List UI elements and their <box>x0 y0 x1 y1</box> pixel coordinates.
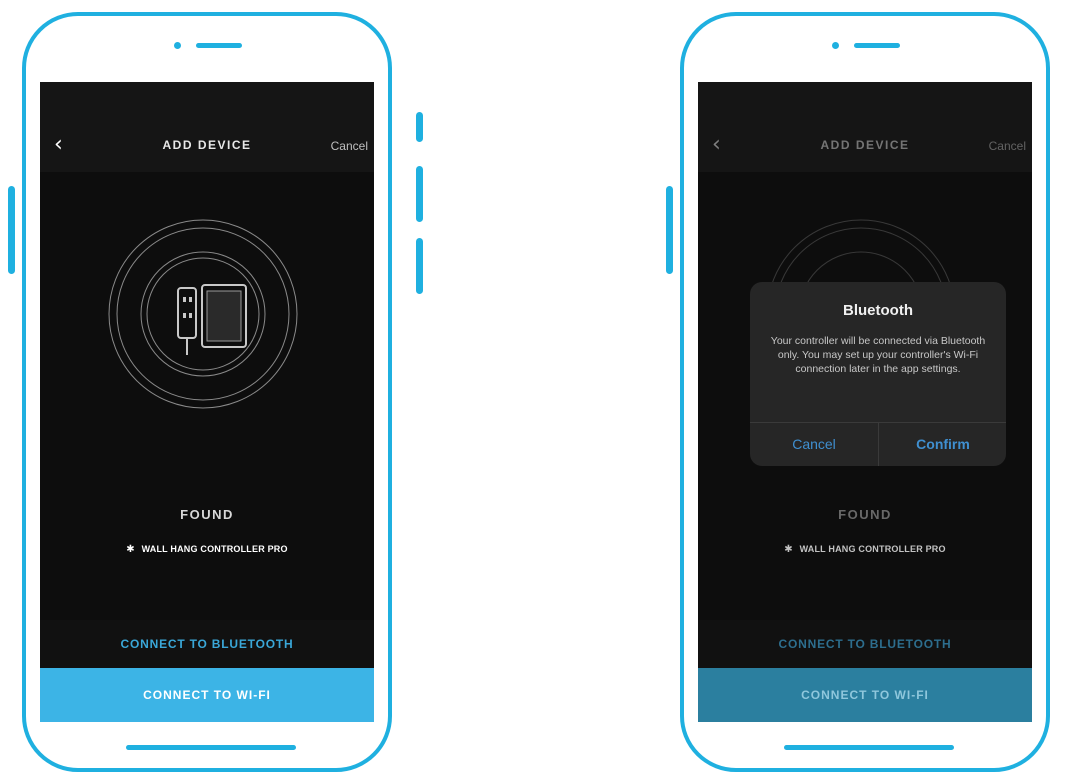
page-title: ADD DEVICE <box>820 138 910 152</box>
phone-right: ‹ ADD DEVICE Cancel FOUND ✱ WALL HANG CO… <box>680 12 1050 772</box>
camera-dot <box>174 42 181 49</box>
device-list-item[interactable]: ✱ WALL HANG CONTROLLER PRO <box>40 544 374 555</box>
volume-button <box>666 186 673 274</box>
connect-wifi-button[interactable]: CONNECT TO WI-FI <box>40 668 374 722</box>
dialog-title: Bluetooth <box>843 302 913 319</box>
navbar: ‹ ADD DEVICE Cancel <box>698 82 1032 172</box>
volume-button <box>8 186 15 274</box>
found-status: FOUND <box>838 507 892 522</box>
bluetooth-wifi-icon: ✱ <box>126 544 139 555</box>
screen-left: ‹ ADD DEVICE Cancel FOUND ✱ WALL HANG CO… <box>40 82 374 722</box>
dialog-cancel-button[interactable]: Cancel <box>750 423 878 466</box>
device-rings-icon <box>108 219 298 409</box>
side-button-2 <box>416 166 423 222</box>
speaker-bar <box>854 43 900 48</box>
side-button-1 <box>416 112 423 142</box>
camera-dot <box>832 42 839 49</box>
connect-bluetooth-button[interactable]: CONNECT TO BLUETOOTH <box>40 620 374 668</box>
navbar: ‹ ADD DEVICE Cancel <box>40 82 374 172</box>
phone-left: ‹ ADD DEVICE Cancel FOUND ✱ WALL HANG CO… <box>22 12 392 772</box>
cancel-button[interactable]: Cancel <box>989 139 1026 153</box>
bluetooth-dialog: Bluetooth Your controller will be connec… <box>750 282 1006 466</box>
dialog-confirm-button[interactable]: Confirm <box>879 423 1006 466</box>
home-indicator <box>126 745 296 750</box>
cancel-button[interactable]: Cancel <box>331 139 368 153</box>
device-name: WALL HANG CONTROLLER PRO <box>799 544 946 554</box>
side-button-3 <box>416 238 423 294</box>
found-status: FOUND <box>180 507 234 522</box>
connect-bluetooth-button[interactable]: CONNECT TO BLUETOOTH <box>698 620 1032 668</box>
dialog-message: Your controller will be connected via Bl… <box>770 335 986 375</box>
speaker-bar <box>196 43 242 48</box>
device-list-item[interactable]: ✱ WALL HANG CONTROLLER PRO <box>698 544 1032 555</box>
page-title: ADD DEVICE <box>162 138 252 152</box>
connect-wifi-button[interactable]: CONNECT TO WI-FI <box>698 668 1032 722</box>
device-name: WALL HANG CONTROLLER PRO <box>141 544 288 554</box>
screen-right: ‹ ADD DEVICE Cancel FOUND ✱ WALL HANG CO… <box>698 82 1032 722</box>
bluetooth-wifi-icon: ✱ <box>784 544 797 555</box>
home-indicator <box>784 745 954 750</box>
